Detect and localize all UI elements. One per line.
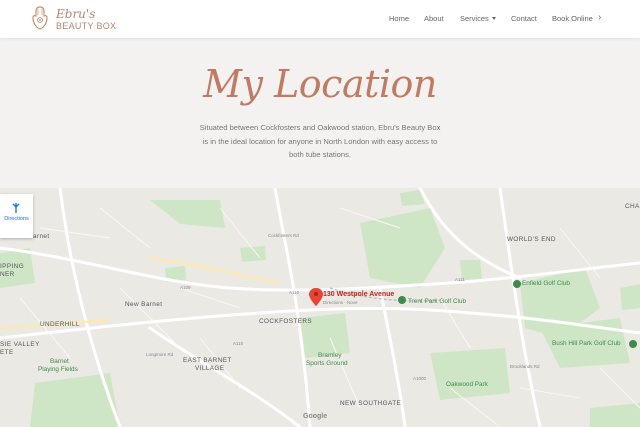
description-line: is in the ideal location for anyone in N…	[202, 136, 438, 146]
map-label: Bush Hill Park Golf Club	[552, 340, 621, 347]
map-label: IPPING	[0, 263, 25, 270]
map-label: ETE	[0, 349, 14, 356]
map-label: Sports Ground	[306, 360, 348, 367]
map-label: arnet	[33, 233, 50, 240]
directions-label: Directions	[4, 216, 29, 222]
location-description: Situated between Cockfosters and Oakwood…	[170, 121, 470, 162]
road-label: A110	[233, 341, 244, 346]
embedded-map[interactable]: Directions 130 Westpole Avenue Direction…	[0, 188, 640, 427]
location-hero	[0, 38, 640, 188]
road-label: A110	[289, 290, 300, 295]
map-pin-subtitle: Directions · Nove	[323, 300, 358, 305]
nav-services[interactable]: Services	[460, 14, 489, 23]
map-label: NER	[0, 271, 15, 278]
directions-button[interactable]: Directions	[0, 194, 33, 238]
page-title: My Location	[203, 62, 437, 106]
road-label: Longmore Rd	[146, 352, 174, 357]
map-label: Oakwood Park	[446, 381, 488, 388]
map-canvas[interactable]	[0, 188, 640, 427]
nav-home[interactable]: Home	[389, 14, 409, 23]
map-label: NEW SOUTHGATE	[340, 400, 402, 407]
description-line: both tube stations.	[288, 150, 352, 159]
map-label: UNDERHILL	[40, 321, 80, 328]
road-label: Brooklands Rd	[510, 364, 540, 369]
brand-name-script: Ebru's	[56, 7, 96, 21]
nav-book-online[interactable]: Book Online	[552, 14, 593, 23]
site-header: Ebru's BEAUTY BOX Home About Services Co…	[0, 0, 640, 38]
brand-logo[interactable]: Ebru's BEAUTY BOX	[30, 5, 150, 33]
map-label: New Barnet	[125, 301, 163, 308]
map-label: COCKFOSTERS	[259, 318, 313, 325]
directions-icon	[12, 203, 20, 213]
hamsa-hand-icon	[32, 6, 48, 30]
nav-about[interactable]: About	[424, 14, 444, 23]
map-label: Bramley	[318, 352, 342, 359]
google-attribution[interactable]: Google	[303, 413, 327, 420]
map-label: Playing Fields	[38, 366, 78, 373]
map-label: VILLAGE	[195, 365, 225, 372]
map-label: Barnet	[50, 358, 69, 365]
road-label: A111	[455, 277, 465, 282]
road-label: Cockfosters Rd	[268, 233, 299, 238]
map-label: WORLD'S END	[507, 236, 556, 243]
road-label: A109	[180, 285, 191, 290]
brand-name-caps: BEAUTY BOX	[56, 21, 117, 31]
chevron-down-icon[interactable]	[492, 17, 496, 20]
map-label: Enfield Golf Club	[522, 280, 570, 287]
map-label: SIE VALLEY	[0, 341, 40, 348]
map-label: CHA	[625, 203, 640, 210]
chevron-right-icon[interactable]: ›	[598, 12, 601, 23]
description-line: Situated between Cockfosters and Oakwood…	[199, 123, 441, 132]
map-pin-icon[interactable]	[309, 288, 323, 306]
nav-contact[interactable]: Contact	[511, 14, 537, 23]
map-label: Trent Park Golf Club	[408, 298, 467, 305]
road-label: A1000	[413, 376, 427, 381]
map-pin-title[interactable]: 130 Westpole Avenue	[323, 291, 394, 298]
map-label: EAST BARNET	[183, 357, 232, 364]
